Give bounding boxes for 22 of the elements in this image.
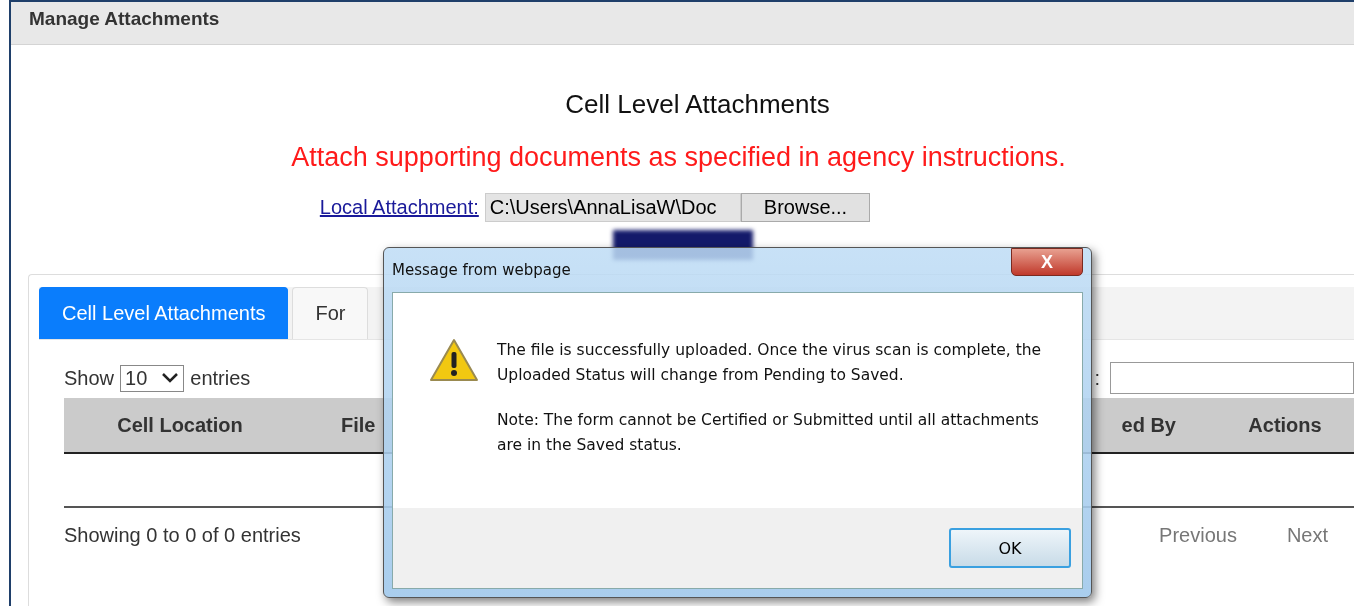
show-label: Show xyxy=(64,366,115,390)
column-header[interactable]: Cell Location xyxy=(64,413,296,437)
dialog-note: Note: The form cannot be Certified or Submitted until all attachments are in the Saved status. xyxy=(497,410,1040,456)
section-heading: Cell Level Attachments xyxy=(565,89,830,120)
file-path-field[interactable]: C:\Users\AnnaLisaW\Doc xyxy=(484,193,741,222)
column-header[interactable]: Actions xyxy=(1176,413,1354,437)
instruction-text: Attach supporting documents as specified in agency instructions. xyxy=(291,142,1066,173)
tab[interactable]: For xyxy=(292,287,369,339)
warning-icon xyxy=(429,338,479,382)
tab[interactable]: Cell Level Attachments xyxy=(39,287,289,339)
dialog-title: Message from webpage xyxy=(392,261,571,279)
browse-button[interactable]: Browse... xyxy=(740,193,871,222)
table-info: Showing 0 to 0 of 0 entries xyxy=(64,524,301,547)
entries-select[interactable]: 10 xyxy=(120,364,185,392)
dialog-message: The file is successfully uploaded. Once the virus scan is complete, the Uploaded Status will change from Pending to Saved. xyxy=(497,340,1043,386)
local-attachment-link[interactable]: Local Attachment: xyxy=(319,196,479,219)
ok-button[interactable]: OK xyxy=(949,528,1071,568)
chevron-down-icon xyxy=(161,372,180,384)
search-label: : xyxy=(1094,366,1100,390)
search-field[interactable] xyxy=(1110,362,1354,394)
page-title: Manage Attachments xyxy=(29,8,220,30)
entries-label: entries xyxy=(190,366,251,390)
